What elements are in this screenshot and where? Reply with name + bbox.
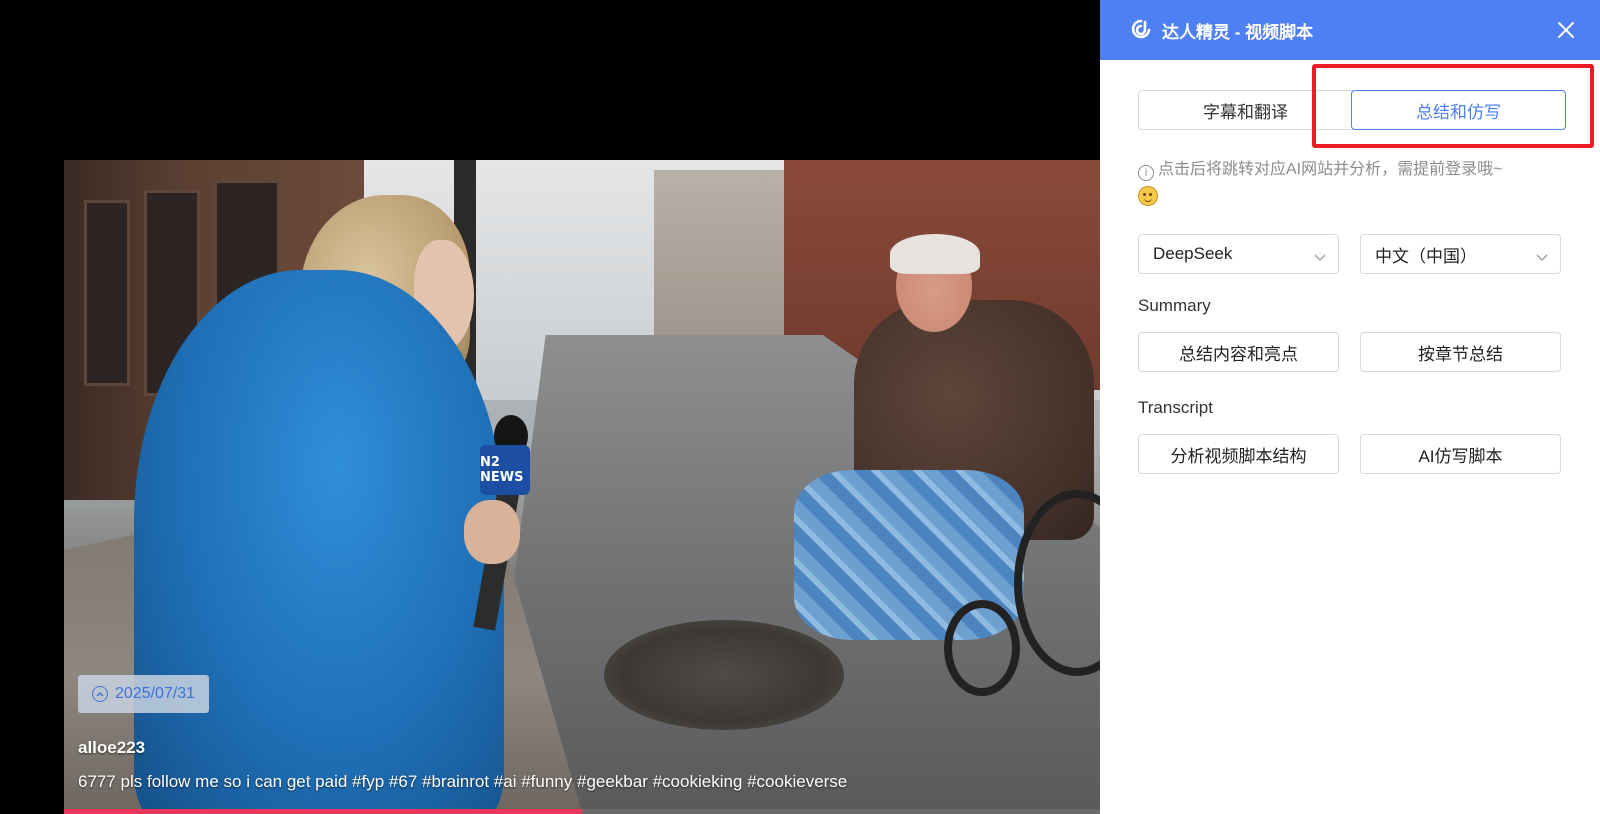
panel-header: 达人精灵 - 视频脚本 (1100, 0, 1600, 60)
scene-pothole (604, 620, 844, 730)
chapter-summary-button[interactable]: 按章节总结 (1360, 332, 1561, 372)
man-hair (890, 234, 980, 274)
reporter-hand (464, 500, 520, 564)
wheelchair-wheel (944, 600, 1020, 696)
video-frame[interactable]: N2 NEWS (64, 160, 1100, 810)
tab-summary-rewrite[interactable]: 总结和仿写 (1351, 90, 1566, 130)
analyze-script-structure-button[interactable]: 分析视频脚本结构 (1138, 434, 1339, 474)
chevron-up-circle-icon (92, 686, 108, 702)
transcript-label: Transcript (1138, 398, 1213, 417)
video-player[interactable]: N2 NEWS 2025/07/31 alloe223 6777 pls fol… (0, 0, 1100, 814)
smiling-face-emoji-icon (1138, 186, 1158, 206)
chevron-down-icon (1536, 248, 1548, 261)
reporter-coat (134, 270, 504, 810)
chevron-down-icon (1314, 248, 1326, 261)
summary-label: Summary (1138, 296, 1211, 315)
ai-rewrite-script-button[interactable]: AI仿写脚本 (1360, 434, 1561, 474)
app-logo-icon (1130, 19, 1152, 41)
summarize-highlights-button[interactable]: 总结内容和亮点 (1138, 332, 1339, 372)
hint-text: 点击后将跳转对应AI网站并分析，需提前登录哦~ (1158, 161, 1503, 178)
panel-title: 达人精灵 - 视频脚本 (1162, 22, 1314, 42)
script-panel: 达人精灵 - 视频脚本 字幕和翻译 总结和仿写 i 点击后将跳转对应AI网站并分析… (1100, 0, 1600, 814)
tab-subtitles-translation[interactable]: 字幕和翻译 (1139, 91, 1352, 129)
scene-window (84, 200, 130, 386)
info-icon: i (1138, 165, 1154, 181)
video-caption: 6777 pls follow me so i can get paid #fy… (78, 772, 848, 791)
date-text: 2025/07/31 (115, 685, 196, 702)
panel-tabs: 字幕和翻译 总结和仿写 (1138, 90, 1566, 130)
model-select-value: DeepSeek (1153, 244, 1233, 263)
microphone-flag: N2 NEWS (480, 445, 530, 495)
hint-text-block: i 点击后将跳转对应AI网站并分析，需提前登录哦~ (1138, 156, 1568, 212)
language-select[interactable]: 中文（中国） (1360, 234, 1561, 274)
language-select-value: 中文（中国） (1375, 246, 1477, 266)
progress-fill (64, 809, 582, 814)
progress-bar[interactable] (64, 809, 1100, 814)
date-badge[interactable]: 2025/07/31 (78, 675, 210, 713)
video-author[interactable]: alloe223 (78, 738, 145, 758)
model-select[interactable]: DeepSeek (1138, 234, 1339, 274)
close-icon[interactable] (1554, 18, 1578, 42)
